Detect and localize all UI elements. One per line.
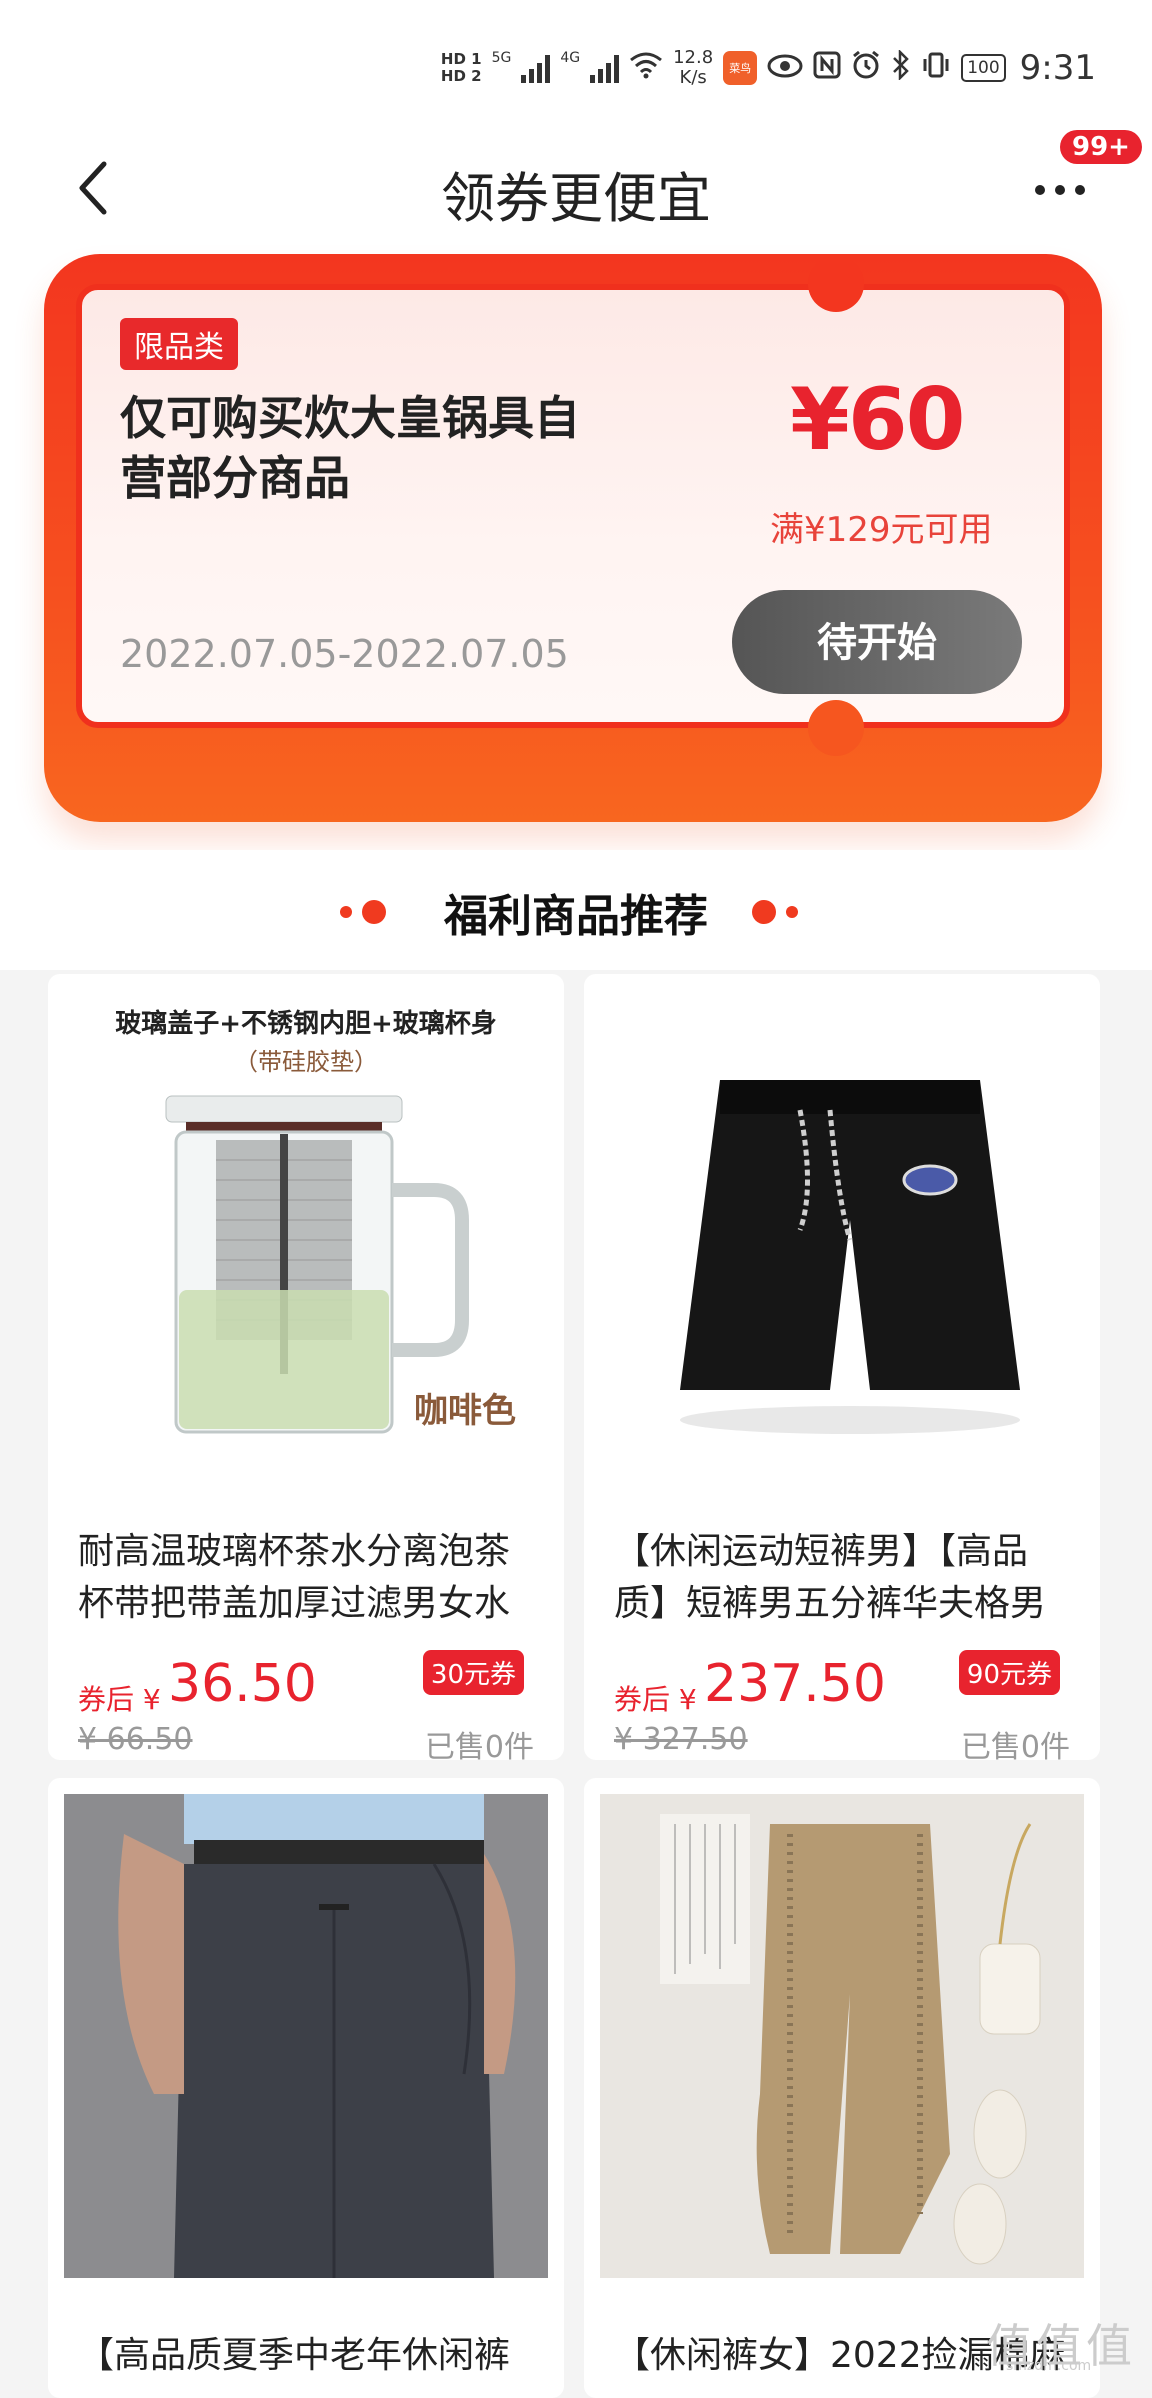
image-caption-sub: （带硅胶垫）	[234, 1048, 378, 1076]
ticket-notch-top	[808, 256, 864, 312]
product-name: 【高品质夏季中老年休闲裤	[78, 2335, 511, 2376]
decor-dot	[786, 906, 798, 918]
product-card[interactable]: 玻璃盖子+不锈钢内胆+玻璃杯身 （带硅胶垫） 咖啡色 耐高温玻璃杯茶水分离泡茶杯…	[48, 974, 564, 1760]
4g-label: 4G	[560, 50, 581, 66]
image-caption-color: 咖啡色	[414, 1391, 516, 1431]
coupon-badge: 30元券	[422, 1650, 524, 1695]
original-price: ¥ 66.50	[78, 1722, 193, 1757]
image-caption-top: 玻璃盖子+不锈钢内胆+玻璃杯身	[115, 1008, 497, 1039]
speed-value: 12.8	[673, 47, 714, 68]
price-value: 237.50	[704, 1654, 886, 1714]
watermark-url: smzdm.com	[1006, 2358, 1092, 2374]
nav-bar: 领券更便宜 99+	[0, 130, 1152, 240]
price-value: 36.50	[168, 1654, 317, 1714]
product-image	[64, 1794, 548, 2278]
signal-icon-1	[521, 53, 551, 83]
coupon-date-range: 2022.07.05-2022.07.05	[120, 632, 569, 676]
signal-icon-2	[590, 53, 620, 83]
notification-badge: 99+	[1060, 130, 1142, 164]
product-image: 玻璃盖子+不锈钢内胆+玻璃杯身 （带硅胶垫） 咖啡色	[64, 990, 548, 1474]
coupon-condition: 满¥129元可用	[770, 510, 993, 550]
eye-icon	[767, 52, 803, 85]
product-image	[600, 990, 1084, 1474]
product-card[interactable]: 【休闲运动短裤男】【高品质】短裤男五分裤华夫格男 券后 ¥ 237.50 90元…	[584, 974, 1100, 1760]
product-card[interactable]: 【休闲裤女】2022捡漏棉麻	[584, 1778, 1100, 2398]
product-card[interactable]: 【高品质夏季中老年休闲裤	[48, 1778, 564, 2398]
coupon-status-button[interactable]: 待开始	[732, 590, 1022, 694]
5g-label: 5G	[491, 50, 512, 66]
price-label: 券后 ¥	[78, 1683, 161, 1716]
cainiao-app-icon: 菜鸟	[723, 51, 758, 85]
product-image	[600, 1794, 1084, 2278]
vibrate-icon	[921, 51, 951, 86]
original-price: ¥ 327.50	[614, 1722, 748, 1757]
page-title: 领券更便宜	[441, 167, 711, 230]
battery-icon: 100	[961, 54, 1006, 82]
alarm-icon	[851, 50, 881, 87]
coupon-category-tag: 限品类	[120, 318, 238, 370]
product-name: 【休闲运动短裤男】【高品质】短裤男五分裤华夫格男	[614, 1531, 1047, 1624]
status-bar: HD 1 HD 2 5G 4G 12.8 K/s 菜鸟 100 9:31	[0, 0, 1152, 130]
sold-count: 已售0件	[424, 1730, 534, 1760]
bluetooth-icon	[891, 48, 911, 87]
hd1-label: HD 1	[440, 50, 482, 68]
ticket-notch-bottom	[808, 700, 864, 756]
speed-unit: K/s	[679, 67, 707, 88]
decor-dot	[752, 900, 776, 924]
price-label: 券后 ¥	[614, 1683, 697, 1716]
coupon-badge: 90元券	[958, 1650, 1060, 1695]
nfc-icon	[813, 51, 841, 86]
product-name: 耐高温玻璃杯茶水分离泡茶杯带把带盖加厚过滤男女水	[78, 1531, 511, 1624]
coupon-description: 仅可购买炊大皇锅具自营部分商品	[120, 391, 580, 505]
section-header: 福利商品推荐	[0, 850, 1152, 970]
hd2-label: HD 2	[440, 67, 482, 85]
sold-count: 已售0件	[960, 1730, 1070, 1760]
hd-indicator: HD 1 HD 2	[441, 51, 482, 85]
status-icons: HD 1 HD 2 5G 4G 12.8 K/s 菜鸟 100 9:31	[441, 38, 1096, 98]
section-title: 福利商品推荐	[444, 891, 708, 942]
clock: 9:31	[1019, 48, 1096, 88]
network-speed: 12.8 K/s	[673, 48, 713, 88]
coupon-amount: ¥60	[790, 370, 966, 470]
wifi-icon	[629, 51, 663, 86]
more-icon[interactable]	[1030, 170, 1090, 210]
